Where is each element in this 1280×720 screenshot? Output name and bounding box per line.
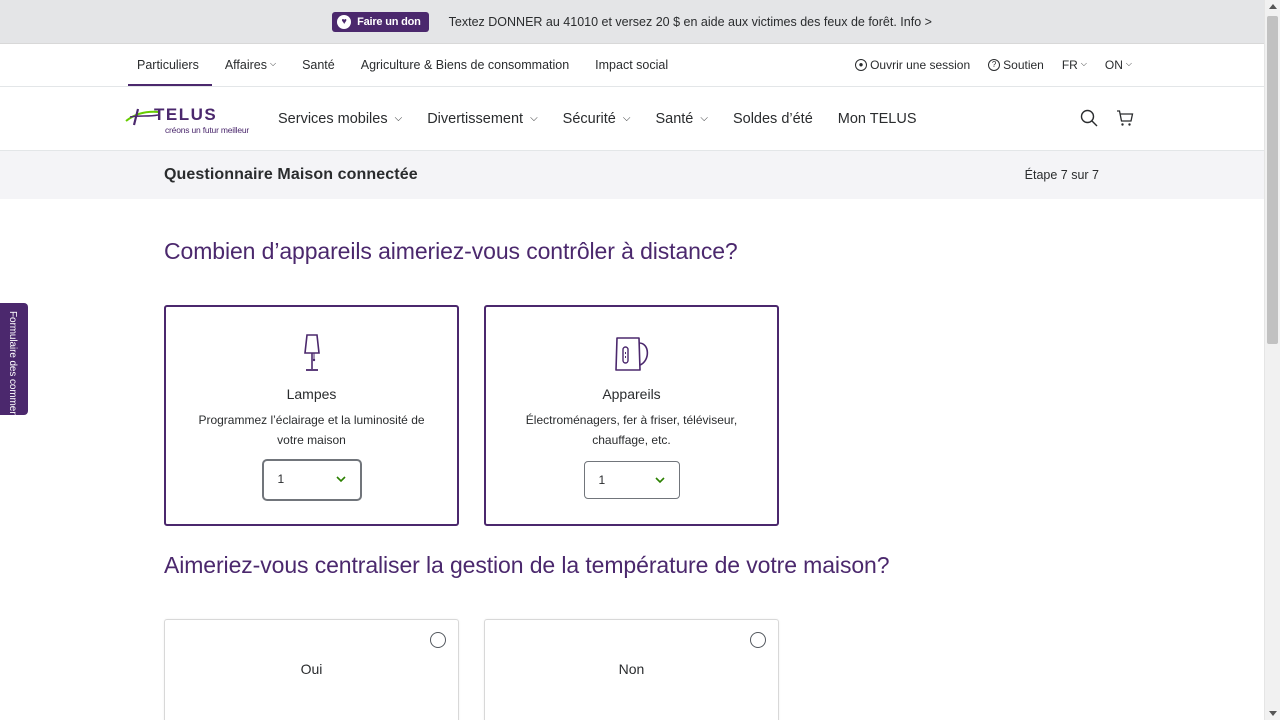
card-appliances-description: Électroménagers, fer à friser, téléviseu… — [525, 413, 738, 447]
donate-button[interactable]: ♥ Faire un don — [332, 11, 429, 32]
scroll-up-arrow-icon[interactable] — [1269, 4, 1277, 9]
chevron-down-icon: ⌵ — [700, 113, 708, 124]
util-nav-agriculture[interactable]: Agriculture & Biens de consommation — [348, 44, 582, 86]
util-nav-particuliers[interactable]: Particuliers — [124, 44, 212, 86]
lamps-quantity-value: 1 — [277, 472, 285, 486]
util-nav-sante[interactable]: Santé — [289, 44, 348, 86]
scrollbar-thumb[interactable] — [1267, 16, 1278, 344]
sign-in-link[interactable]: ● Ouvrir une session — [855, 58, 970, 72]
question-devices-heading: Combien d’appareils aimeriez-vous contrô… — [164, 238, 738, 264]
quiz-step: Étape 7 sur 7 — [1024, 168, 1099, 182]
page: ♥ Faire un don Textez DONNER au 41010 et… — [0, 0, 1264, 720]
question-temperature-heading: Aimeriez-vous centraliser la gestion de … — [164, 552, 890, 578]
user-icon: ● — [855, 59, 868, 71]
nav-label: Santé — [655, 110, 694, 127]
telus-logo[interactable]: TELUS créons un futur meilleur — [124, 105, 256, 137]
quiz-header: Questionnaire Maison connectée Étape 7 s… — [0, 151, 1264, 199]
card-appliances-title: Appareils — [602, 386, 661, 402]
nav-label: Mon TELUS — [837, 110, 917, 127]
option-non-label: Non — [618, 661, 645, 677]
language-selector[interactable]: FR ⌵ — [1062, 58, 1087, 72]
option-oui-radio[interactable] — [430, 632, 446, 648]
chevron-down-icon — [654, 477, 665, 484]
kettle-icon — [612, 333, 652, 373]
chevron-down-icon: ⌵ — [1125, 59, 1132, 68]
util-nav-affaires[interactable]: Affaires ⌵ — [212, 44, 289, 86]
card-lamps: Lampes Programmez l’éclairage et la lumi… — [164, 305, 459, 526]
option-oui-label: Oui — [300, 661, 323, 677]
option-non-radio[interactable] — [750, 632, 766, 648]
scroll-down-arrow-icon[interactable] — [1269, 711, 1277, 716]
nav-label: Divertissement — [427, 110, 524, 127]
nav-label: Sécurité — [562, 110, 616, 127]
cart-icon[interactable] — [1116, 109, 1134, 127]
promo-message-link[interactable]: Textez DONNER au 41010 et versez 20 $ en… — [449, 15, 932, 29]
nav-label: Services mobiles — [278, 110, 388, 127]
option-oui-card[interactable]: Oui — [164, 619, 459, 720]
logo-wordmark: TELUS — [154, 105, 218, 124]
util-nav-label: Particuliers — [137, 58, 199, 72]
support-label: Soutien — [1003, 58, 1044, 72]
util-nav-label: Santé — [302, 58, 335, 72]
nav-mon-telus[interactable]: Mon TELUS — [838, 111, 917, 127]
main-nav: TELUS créons un futur meilleur Services … — [0, 87, 1264, 151]
search-icon[interactable] — [1080, 109, 1098, 127]
chevron-down-icon: ⌵ — [1080, 59, 1087, 68]
nav-label: Soldes d’été — [732, 110, 813, 127]
util-nav-impact-social[interactable]: Impact social — [582, 44, 681, 86]
help-icon: ? — [988, 59, 1001, 71]
quiz-title: Questionnaire Maison connectée — [164, 166, 418, 183]
promo-banner: ♥ Faire un don Textez DONNER au 41010 et… — [0, 0, 1264, 44]
nav-services-mobiles[interactable]: Services mobiles ⌵ — [278, 111, 402, 127]
util-nav-label: Impact social — [595, 58, 669, 72]
nav-divertissement[interactable]: Divertissement ⌵ — [427, 111, 537, 127]
chevron-down-icon: ⌵ — [622, 113, 631, 124]
card-appliances: Appareils Électroménagers, fer à friser,… — [484, 305, 779, 526]
chevron-down-icon: ⌵ — [530, 113, 538, 124]
appliances-quantity-select[interactable]: 1 — [583, 461, 680, 499]
nav-securite[interactable]: Sécurité ⌵ — [563, 111, 631, 127]
page-scrollbar[interactable] — [1264, 0, 1280, 720]
nav-sante[interactable]: Santé ⌵ — [655, 111, 708, 127]
region-label: ON — [1104, 58, 1123, 72]
lamps-quantity-select[interactable]: 1 — [262, 460, 361, 500]
feedback-tab[interactable]: Formulaire des comment — [0, 303, 28, 419]
option-non-card[interactable]: Non — [484, 619, 779, 720]
region-selector[interactable]: ON ⌵ — [1105, 58, 1132, 72]
card-lamps-title: Lampes — [286, 386, 337, 402]
support-link[interactable]: ? Soutien — [988, 58, 1044, 72]
sign-in-label: Ouvrir une session — [870, 58, 971, 72]
chevron-down-icon: ⌵ — [269, 59, 277, 68]
card-lamps-description: Programmez l’éclairage et la luminosité … — [198, 413, 425, 447]
appliances-quantity-value: 1 — [598, 473, 606, 487]
language-label: FR — [1061, 58, 1078, 72]
chevron-down-icon — [335, 476, 346, 483]
donate-label: Faire un don — [357, 15, 421, 28]
heart-icon: ♥ — [337, 14, 352, 29]
lamp-icon — [292, 333, 332, 373]
util-nav-label: Agriculture & Biens de consommation — [360, 58, 570, 72]
nav-soldes-ete[interactable]: Soldes d’été — [733, 111, 813, 127]
utility-nav: Particuliers Affaires ⌵ Santé Agriculture… — [0, 44, 1264, 87]
util-nav-label: Affaires — [224, 58, 267, 72]
logo-tagline: créons un futur meilleur — [165, 125, 250, 135]
feedback-tab-label: Formulaire des comment — [7, 311, 18, 420]
chevron-down-icon: ⌵ — [394, 113, 403, 124]
